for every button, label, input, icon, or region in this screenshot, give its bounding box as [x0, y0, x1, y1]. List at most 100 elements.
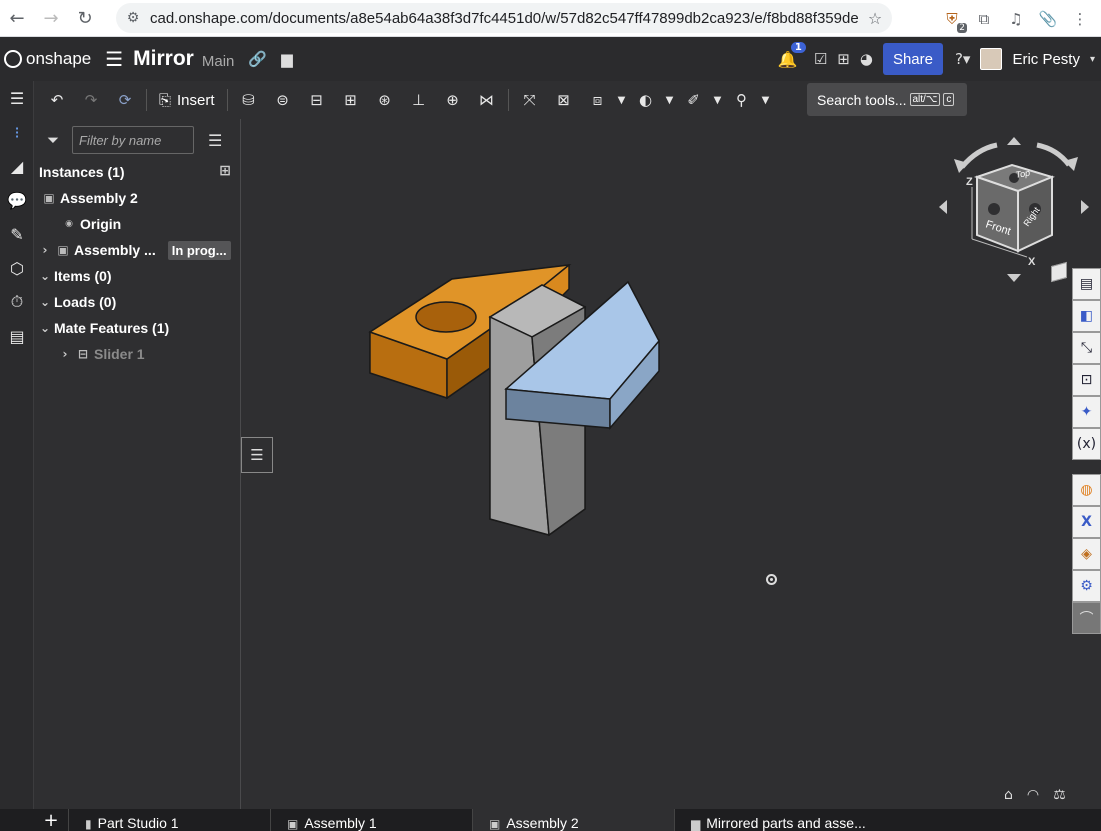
- avatar[interactable]: [980, 48, 1003, 70]
- origin-marker-icon[interactable]: [766, 574, 777, 585]
- animation-icon[interactable]: ⏱: [0, 285, 34, 319]
- app-store-icon[interactable]: ⊞: [837, 50, 850, 68]
- app-gear-icon[interactable]: ⚙: [1072, 570, 1101, 602]
- user-name[interactable]: Eric Pesty: [1012, 51, 1080, 68]
- tab-assembly-1[interactable]: ▣ Assembly 1: [270, 809, 472, 831]
- tab-mirrored-folder[interactable]: ▆ Mirrored parts and asse...: [674, 809, 874, 831]
- view-cube[interactable]: Top Front Right Z X: [932, 127, 1101, 287]
- tree-item-mate-features[interactable]: ⌄ Mate Features (1): [34, 315, 241, 341]
- relation-icon[interactable]: ⊠: [547, 85, 581, 115]
- parts-icon[interactable]: ⬡: [0, 251, 34, 285]
- rotate-right-arrow-icon[interactable]: [1036, 142, 1071, 167]
- graphics-viewport[interactable]: Top Front Right Z X: [242, 119, 1101, 809]
- mate-values-icon[interactable]: ⤡: [1072, 332, 1101, 364]
- group-dropdown-icon[interactable]: ▼: [615, 85, 629, 115]
- tree-item-assembly-2[interactable]: ▣ Assembly 2: [34, 185, 241, 211]
- expand-chevron-icon[interactable]: ›: [36, 243, 54, 257]
- reload-icon[interactable]: ↻: [68, 1, 102, 35]
- pin-slot-mate-icon[interactable]: ⊥: [402, 85, 436, 115]
- mate-connector-icon[interactable]: ⁝: [0, 115, 34, 149]
- cylindrical-mate-icon[interactable]: ⊛: [368, 85, 402, 115]
- mate-connector-tool-icon[interactable]: ⤧: [513, 85, 547, 115]
- explode-dropdown-icon[interactable]: ▼: [759, 85, 773, 115]
- url-text[interactable]: cad.onshape.com/documents/a8e54ab64a38f3…: [150, 10, 858, 27]
- media-control-icon[interactable]: ♫: [1003, 6, 1029, 32]
- add-tab-icon[interactable]: +: [34, 809, 68, 831]
- branch-name[interactable]: Main: [202, 53, 235, 70]
- list-view-icon[interactable]: ☰: [208, 131, 222, 150]
- share-button[interactable]: Share: [882, 43, 943, 75]
- filter-input[interactable]: [72, 126, 194, 154]
- tree-item-slider-1[interactable]: › ⊟ Slider 1: [34, 341, 241, 367]
- tab-assembly-2[interactable]: ▣ Assembly 2: [472, 809, 674, 831]
- folder-icon[interactable]: ▆: [281, 50, 293, 68]
- app-arc-icon[interactable]: ⌒: [1072, 602, 1101, 634]
- app-compass-icon[interactable]: ◈: [1072, 538, 1101, 570]
- help-icon[interactable]: ?▾: [955, 50, 971, 68]
- forward-icon[interactable]: →: [34, 1, 68, 35]
- link-icon[interactable]: 🔗: [248, 50, 267, 68]
- properties-panel-icon[interactable]: ▤: [1072, 268, 1101, 300]
- parallel-mate-icon[interactable]: ⋈: [470, 85, 504, 115]
- add-folder-icon[interactable]: ⊞: [219, 163, 231, 179]
- feature-list-icon[interactable]: ☰: [0, 81, 34, 115]
- appearance-icon[interactable]: ◢: [0, 149, 34, 183]
- expand-chevron-icon[interactable]: ⌄: [36, 295, 54, 309]
- browser-menu-icon[interactable]: ⋮: [1067, 6, 1093, 32]
- slider-mate-icon[interactable]: ⊟: [300, 85, 334, 115]
- notifications-bell-icon[interactable]: 🔔 1: [778, 41, 806, 69]
- app-orange-icon[interactable]: ◍: [1072, 474, 1101, 506]
- appearance-panel-icon[interactable]: ◧: [1072, 300, 1101, 332]
- view-cube-body[interactable]: [973, 163, 1055, 253]
- document-title[interactable]: Mirror: [133, 47, 194, 71]
- group-icon[interactable]: ⧈: [581, 85, 615, 115]
- view-left-arrow-icon[interactable]: [939, 200, 947, 214]
- view-right-arrow-icon[interactable]: [1081, 200, 1089, 214]
- render-mode-icon[interactable]: ◠: [1027, 787, 1039, 803]
- section-dropdown-icon[interactable]: ▼: [663, 85, 677, 115]
- back-icon[interactable]: ←: [0, 1, 34, 35]
- measure-icon[interactable]: ✐: [677, 85, 711, 115]
- expand-chevron-icon[interactable]: ⌄: [36, 269, 54, 283]
- ball-mate-icon[interactable]: ⊕: [436, 85, 470, 115]
- app-x-icon[interactable]: X: [1072, 506, 1101, 538]
- user-menu-chevron-icon[interactable]: ▾: [1090, 54, 1095, 65]
- tree-item-items[interactable]: ⌄ Items (0): [34, 263, 241, 289]
- address-bar[interactable]: ⚙ cad.onshape.com/documents/a8e54ab64a38…: [116, 3, 892, 33]
- variables-icon[interactable]: (x): [1072, 428, 1101, 460]
- learning-center-icon[interactable]: ◕: [860, 50, 873, 68]
- expand-chevron-icon[interactable]: ›: [56, 347, 74, 361]
- view-down-arrow-icon[interactable]: [1007, 274, 1021, 282]
- insert-button[interactable]: ⎘ Insert: [151, 91, 223, 109]
- extension-shield-icon[interactable]: ⛨ 2: [939, 6, 967, 33]
- undo-icon[interactable]: ↶: [40, 85, 74, 115]
- fastened-mate-icon[interactable]: ⛁: [232, 85, 266, 115]
- view-orientation-icon[interactable]: ⌂: [1004, 787, 1013, 803]
- profile-clip-icon[interactable]: 📎: [1035, 6, 1061, 32]
- filter-funnel-icon[interactable]: ⏷: [34, 131, 72, 149]
- view-up-arrow-icon[interactable]: [1007, 137, 1021, 145]
- planar-mate-icon[interactable]: ⊞: [334, 85, 368, 115]
- tree-item-loads[interactable]: ⌄ Loads (0): [34, 289, 241, 315]
- tree-item-assembly-instance[interactable]: › ▣ Assembly ... In prog...: [34, 237, 241, 263]
- explode-icon[interactable]: ⚲: [725, 85, 759, 115]
- expand-chevron-icon[interactable]: ⌄: [36, 321, 54, 335]
- section-view-icon[interactable]: ◐: [629, 85, 663, 115]
- site-info-icon[interactable]: ⚙: [116, 10, 150, 26]
- tasks-icon[interactable]: ☑: [814, 50, 827, 68]
- onshape-logo[interactable]: onshape: [0, 49, 91, 69]
- comments-icon[interactable]: 💬: [0, 183, 34, 217]
- exploded-views-icon[interactable]: ⊡: [1072, 364, 1101, 396]
- menu-icon[interactable]: ☰: [105, 47, 123, 71]
- revolute-mate-icon[interactable]: ⊜: [266, 85, 300, 115]
- redo-icon[interactable]: ↷: [74, 85, 108, 115]
- named-positions-icon[interactable]: ✦: [1072, 396, 1101, 428]
- units-icon[interactable]: ⚖: [1053, 787, 1066, 803]
- notes-icon[interactable]: ✎: [0, 217, 34, 251]
- search-tools-button[interactable]: Search tools... alt/⌥ c: [807, 83, 967, 116]
- regenerate-icon[interactable]: ⟳: [108, 85, 142, 115]
- tab-part-studio-1[interactable]: ▮ Part Studio 1: [68, 809, 270, 831]
- bom-icon[interactable]: ▤: [0, 319, 34, 353]
- bookmark-star-icon[interactable]: ☆: [858, 9, 892, 28]
- extensions-puzzle-icon[interactable]: ⧉: [971, 6, 997, 32]
